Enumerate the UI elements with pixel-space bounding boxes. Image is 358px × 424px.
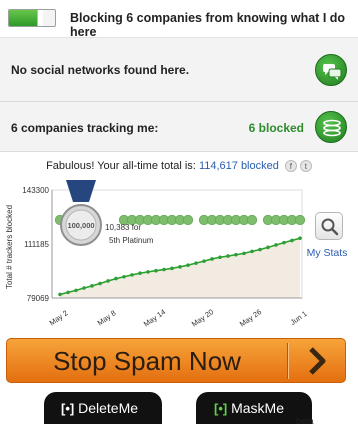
tab-maskme[interactable]: [•] MaskMe	[196, 392, 312, 424]
x-tick-label: May 8	[96, 308, 118, 327]
y-tick-label: 143300	[22, 186, 49, 195]
toggle-knob[interactable]	[37, 10, 43, 26]
all-time-stats: Fabulous! Your all-time total is: 114,61…	[0, 160, 358, 173]
data-point	[194, 261, 198, 265]
toggle-on-fill	[9, 10, 37, 26]
tab-maskme-label: MaskMe	[231, 400, 285, 416]
badge-value: 100,000	[67, 221, 94, 230]
data-point	[282, 240, 286, 245]
facebook-icon[interactable]: f	[284, 160, 297, 173]
y-axis-label: Total # trackers blocked	[5, 205, 14, 289]
blocking-toggle[interactable]	[8, 9, 56, 27]
data-point	[90, 284, 94, 288]
tab-deleteme-label: DeleteMe	[78, 400, 139, 416]
blocking-status-text: Blocking 6 companies from knowing what I…	[70, 11, 346, 39]
stop-spam-label: Stop Spam Now	[53, 346, 241, 376]
data-point	[186, 263, 190, 267]
chevron-right-icon	[309, 347, 326, 375]
y-tick-label: 111185	[24, 240, 49, 249]
y-tick-label: 79069	[27, 294, 50, 303]
x-tick-label: May 14	[142, 307, 167, 328]
my-stats-label[interactable]: My Stats	[305, 247, 349, 259]
data-point	[178, 265, 182, 269]
data-point	[226, 254, 230, 258]
data-point	[250, 249, 254, 254]
maskme-logo-icon: [•]	[214, 401, 228, 416]
data-point	[114, 276, 118, 281]
data-point	[162, 267, 166, 272]
data-point	[138, 271, 142, 276]
badge-note-line2: 5th Platinum	[109, 236, 154, 245]
data-point	[242, 251, 246, 256]
data-point	[298, 236, 302, 241]
blocked-trackers-chart: 143300 111185 79069 Total # trackers blocke…	[0, 180, 358, 340]
data-point	[202, 259, 206, 263]
social-networks-text: No social networks found here.	[11, 63, 190, 77]
data-point	[258, 247, 262, 252]
social-networks-row[interactable]: No social networks found here.	[0, 38, 358, 102]
data-point	[106, 279, 110, 283]
day-marker	[182, 214, 194, 226]
day-marker	[294, 214, 306, 226]
stack-icon[interactable]	[315, 111, 347, 143]
spam-divider	[287, 343, 288, 379]
x-tick-label: May 26	[238, 307, 263, 328]
data-point	[146, 270, 150, 274]
chat-bubbles-icon[interactable]	[315, 54, 347, 86]
data-point	[82, 286, 86, 290]
data-point	[122, 274, 126, 279]
tracking-companies-text: 6 companies tracking me:	[11, 121, 159, 135]
data-point	[210, 257, 214, 261]
x-tick-label: Jun 1	[288, 309, 308, 327]
stats-prefix: Fabulous! Your all-time total is:	[46, 160, 196, 172]
data-point	[58, 292, 62, 297]
beta-label: beta	[296, 416, 314, 424]
x-tick-label: May 2	[48, 308, 70, 327]
data-point	[74, 288, 78, 293]
data-point	[218, 255, 222, 260]
badge-note-line1: 10,383 for	[105, 223, 141, 232]
data-point	[266, 245, 270, 250]
all-time-total: 114,617 blocked	[198, 160, 279, 172]
tab-deleteme[interactable]: [•] DeleteMe	[44, 392, 162, 424]
data-point	[66, 290, 70, 295]
data-point	[234, 252, 238, 257]
stop-spam-button[interactable]: Stop Spam Now	[6, 338, 346, 383]
magnifier-icon[interactable]	[315, 212, 343, 240]
chart-svg: 143300 111185 79069 Total # trackers blocke…	[5, 180, 309, 329]
top-bar: Blocking 6 companies from knowing what I…	[0, 0, 358, 39]
data-point	[98, 281, 102, 286]
deleteme-logo-icon: [•]	[61, 401, 75, 416]
data-point	[274, 243, 278, 247]
x-tick-label: May 20	[190, 307, 215, 328]
data-point	[170, 266, 174, 271]
blocked-count: 6 blocked	[248, 121, 304, 135]
data-point	[290, 238, 294, 243]
data-point	[130, 273, 134, 277]
day-marker	[246, 214, 258, 226]
tracking-companies-row[interactable]: 6 companies tracking me: 6 blocked	[0, 102, 358, 152]
my-stats-link[interactable]: My Stats	[307, 212, 349, 259]
twitter-icon[interactable]: t	[299, 160, 312, 173]
data-point	[154, 268, 158, 273]
